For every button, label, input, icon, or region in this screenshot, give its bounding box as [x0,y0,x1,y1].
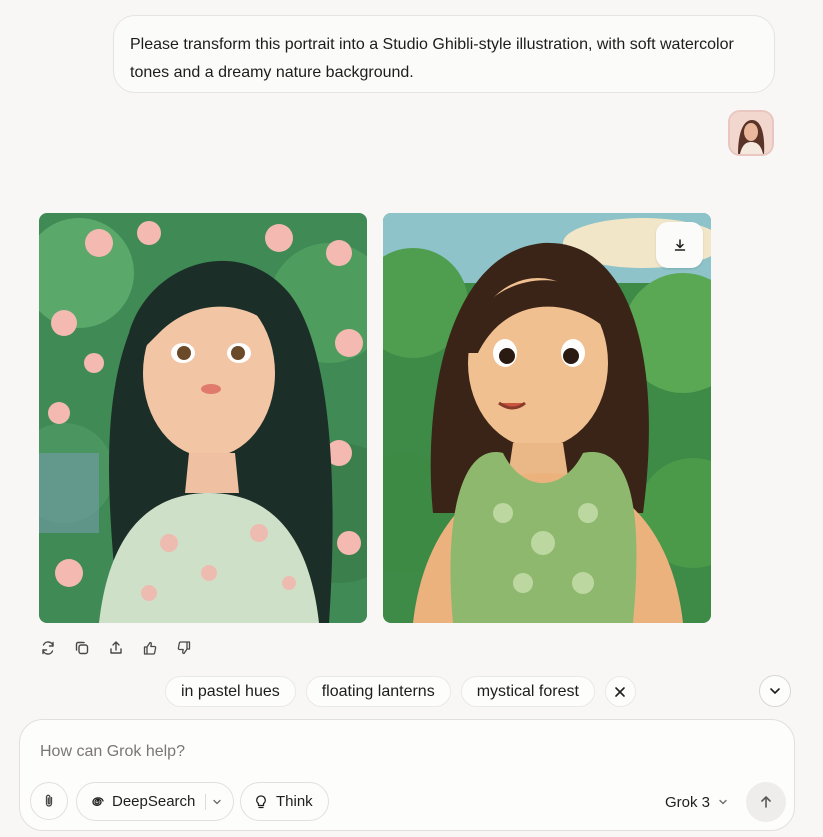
chevron-down-icon [719,799,727,805]
suggestion-chip[interactable]: floating lanterns [305,676,451,707]
think-button[interactable]: Think [240,782,329,821]
close-icon [615,686,626,697]
lightbulb-icon [256,794,266,808]
send-button[interactable] [746,782,786,822]
download-button[interactable] [656,222,703,268]
regenerate-button[interactable] [38,638,58,658]
model-selector[interactable]: Grok 3 [665,792,728,812]
share-button[interactable] [106,638,126,658]
dismiss-suggestions-button[interactable] [604,676,636,707]
copy-button[interactable] [72,638,92,658]
suggestion-chip[interactable]: mystical forest [460,676,595,707]
model-label: Grok 3 [665,793,711,811]
avatar-image [730,112,772,154]
swirl-icon [92,796,104,806]
chat-page: Please transform this portrait into a St… [0,0,823,837]
chevron-down-icon[interactable] [212,797,222,807]
attach-button[interactable] [30,782,68,820]
dislike-button[interactable] [174,638,194,658]
scroll-to-bottom-button[interactable] [759,675,791,707]
composer: DeepSearch Think Grok 3 [19,719,795,831]
chevron-down-icon [770,688,780,694]
generated-image-2[interactable] [383,213,711,623]
share-icon [110,641,122,654]
user-message: Please transform this portrait into a St… [113,15,775,93]
like-button[interactable] [140,638,160,658]
message-actions [38,638,194,658]
suggestion-chip[interactable]: in pastel hues [165,676,296,707]
user-avatar [728,110,774,156]
deepsearch-button[interactable]: DeepSearch [76,782,234,821]
paperclip-icon [45,794,53,807]
generated-image-1[interactable] [39,213,367,623]
deepsearch-label: DeepSearch [112,793,196,810]
copy-icon [75,641,89,655]
suggestion-chips: in pastel hues floating lanterns mystica… [165,676,636,707]
arrow-up-icon [761,796,771,808]
prompt-input[interactable] [40,740,740,764]
think-label: Think [276,793,313,810]
download-icon [674,239,685,251]
thumbs-up-icon [143,641,157,655]
divider [205,793,207,810]
thumbs-down-icon [177,641,191,655]
refresh-icon [42,641,54,655]
